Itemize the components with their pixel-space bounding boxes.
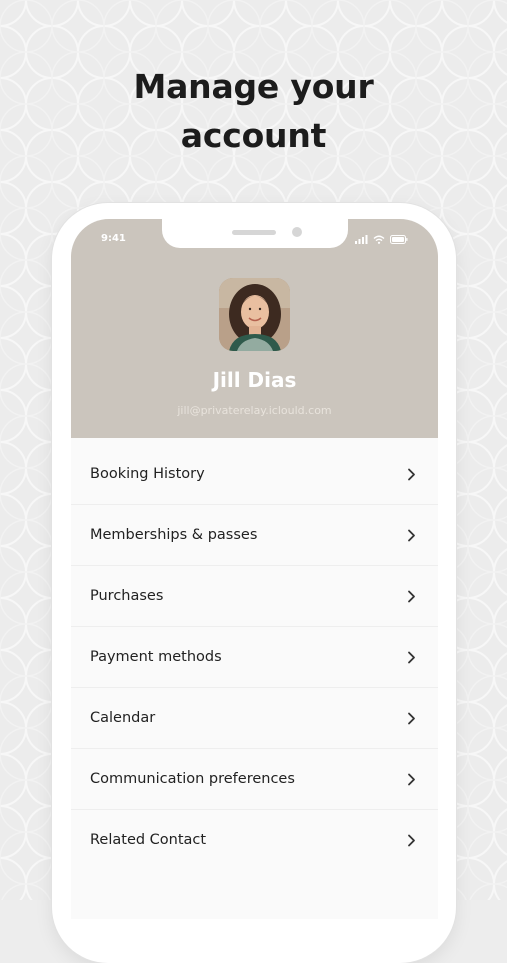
phone-notch: [162, 219, 348, 248]
wifi-icon: [373, 235, 385, 244]
menu-item-label: Related Contact: [90, 832, 207, 848]
menu-item-calendar[interactable]: Calendar: [71, 688, 438, 749]
menu-item-label: Purchases: [90, 588, 164, 604]
chevron-right-icon: [408, 590, 415, 603]
avatar[interactable]: [219, 278, 290, 351]
speaker-grille: [232, 230, 276, 235]
battery-icon: [390, 234, 408, 244]
menu-item-memberships-passes[interactable]: Memberships & passes: [71, 505, 438, 566]
headline-line-2: account: [180, 116, 327, 155]
chevron-right-icon: [408, 651, 415, 664]
page-headline: Manage your account: [0, 62, 507, 160]
chevron-right-icon: [408, 712, 415, 725]
front-camera: [292, 227, 302, 237]
user-name: Jill Dias: [212, 368, 297, 392]
status-icons: [355, 233, 408, 245]
menu-item-label: Communication preferences: [90, 771, 295, 787]
profile-photo: [219, 278, 290, 351]
status-time: 9:41: [101, 233, 126, 244]
menu-item-label: Booking History: [90, 466, 205, 482]
account-menu-list: Booking History Memberships & passes Pur…: [71, 444, 438, 871]
chevron-right-icon: [408, 468, 415, 481]
headline-line-1: Manage your: [133, 67, 374, 106]
menu-item-booking-history[interactable]: Booking History: [71, 444, 438, 505]
menu-item-payment-methods[interactable]: Payment methods: [71, 627, 438, 688]
chevron-right-icon: [408, 773, 415, 786]
signal-icon: [355, 234, 368, 244]
phone-screen: 9:41 Jill Dias jill@privaterelay.iclould…: [71, 219, 438, 919]
menu-item-related-contact[interactable]: Related Contact: [71, 810, 438, 871]
menu-item-label: Calendar: [90, 710, 156, 726]
user-email: jill@privaterelay.iclould.com: [177, 404, 332, 417]
profile-header: 9:41 Jill Dias jill@privaterelay.iclould…: [71, 219, 438, 438]
menu-item-label: Payment methods: [90, 649, 222, 665]
menu-item-label: Memberships & passes: [90, 527, 258, 543]
chevron-right-icon: [408, 529, 415, 542]
chevron-right-icon: [408, 834, 415, 847]
menu-item-purchases[interactable]: Purchases: [71, 566, 438, 627]
menu-item-communication-preferences[interactable]: Communication preferences: [71, 749, 438, 810]
